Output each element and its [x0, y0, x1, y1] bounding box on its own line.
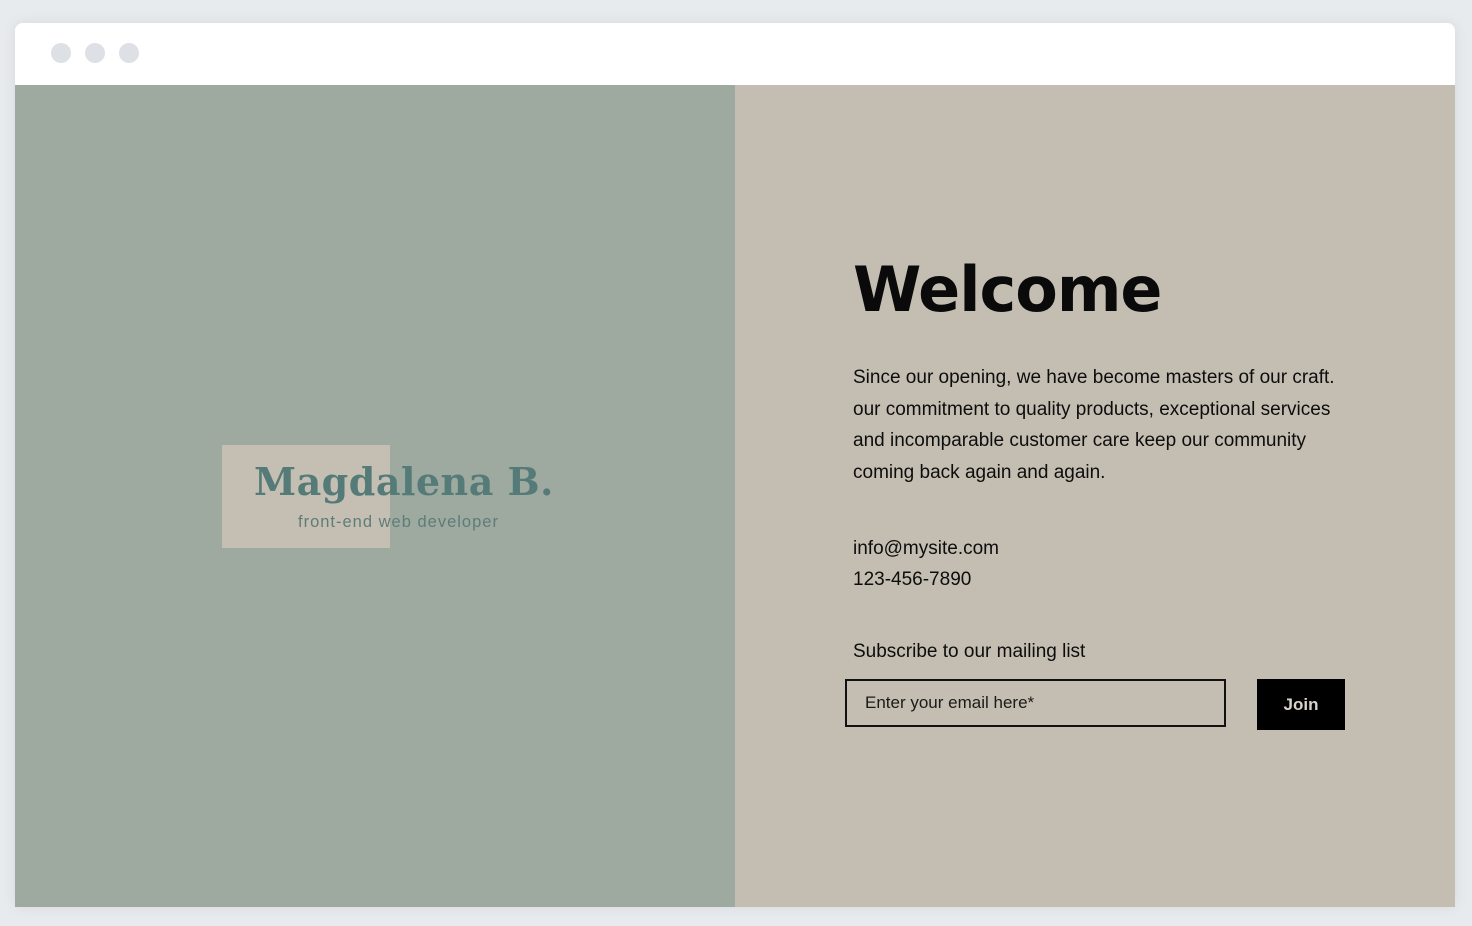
- window-titlebar: [15, 23, 1455, 85]
- page-title: Welcome: [853, 253, 1162, 326]
- intro-text: Since our opening, we have become master…: [853, 367, 1335, 484]
- window-close-dot-icon[interactable]: [51, 43, 71, 63]
- logo-name: Magdalena B.: [254, 459, 554, 504]
- contact-email-link[interactable]: info@mysite.com: [853, 533, 999, 564]
- contact-phone: 123-456-7890: [853, 569, 972, 590]
- window-minimize-dot-icon[interactable]: [85, 43, 105, 63]
- site-logo[interactable]: Magdalena B. front-end web developer: [222, 445, 553, 549]
- left-panel: Magdalena B. front-end web developer: [15, 85, 735, 907]
- subscribe-label: Subscribe to our mailing list: [853, 641, 1086, 662]
- logo-tagline: front-end web developer: [298, 513, 499, 531]
- window-maximize-dot-icon[interactable]: [119, 43, 139, 63]
- browser-window: Magdalena B. front-end web developer Wel…: [15, 23, 1455, 907]
- right-panel: Welcome Since our opening, we have becom…: [735, 85, 1455, 907]
- contact-info: info@mysite.com 123-456-7890: [853, 533, 999, 595]
- email-field[interactable]: [845, 679, 1226, 727]
- join-button[interactable]: Join: [1257, 679, 1345, 730]
